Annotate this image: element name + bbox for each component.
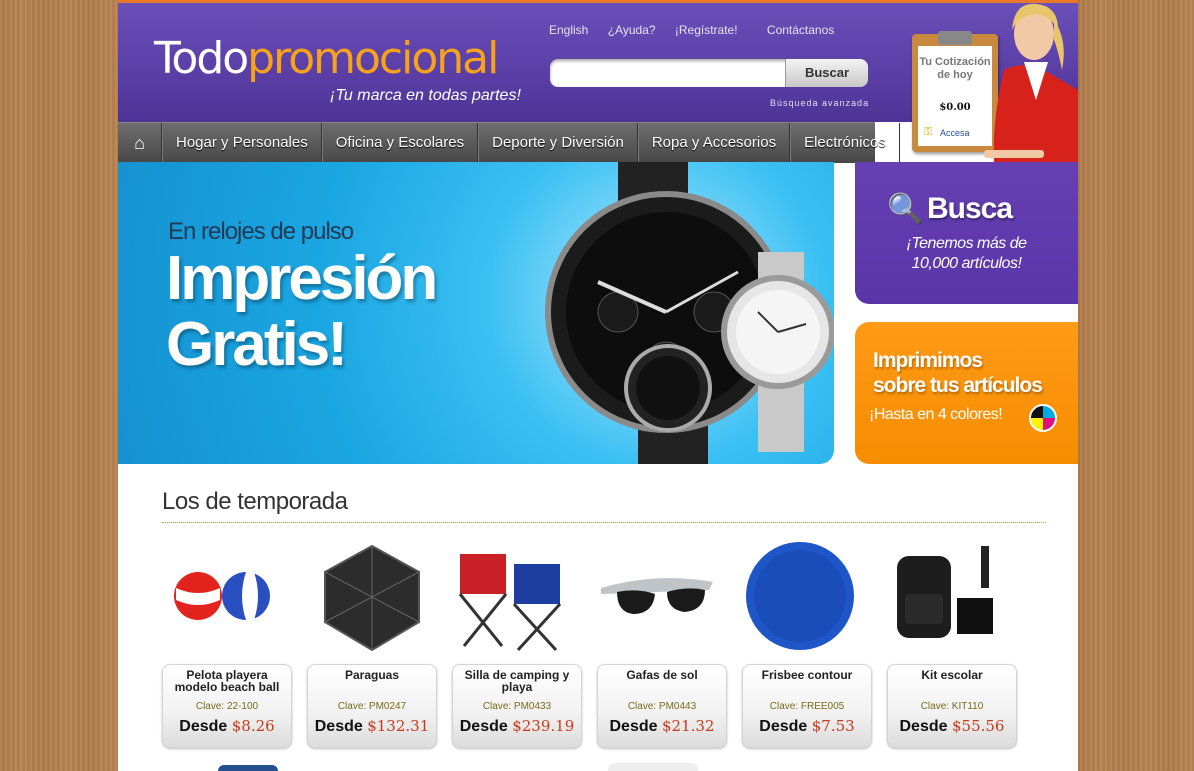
- price-value: $8.26: [231, 717, 275, 735]
- busca-line1: ¡Tenemos más de: [906, 235, 1027, 252]
- hero-line3: Gratis!: [166, 310, 348, 379]
- nav-item-electronicos[interactable]: Electrónicos: [790, 123, 900, 163]
- search-box: Buscar: [550, 59, 868, 87]
- product-card[interactable]: Silla de camping y playa Clave: PM0433 D…: [452, 538, 582, 750]
- product-name[interactable]: Gafas de sol: [602, 669, 722, 681]
- product-code: Clave: PM0433: [482, 701, 552, 712]
- price-prefix: Desde: [759, 718, 808, 735]
- product-info: Paraguas Clave: PM0247 Desde $132.31: [307, 664, 437, 748]
- print-line3: ¡Hasta en 4 colores!: [869, 406, 1003, 423]
- product-card[interactable]: Pelota playera modelo beach ball Clave: …: [162, 538, 292, 750]
- price-value: $239.19: [512, 717, 575, 735]
- price-prefix: Desde: [899, 718, 948, 735]
- print-headline: Imprimimos sobre tus artículos: [873, 348, 1043, 398]
- product-name[interactable]: Kit escolar: [892, 669, 1012, 681]
- search-input[interactable]: [550, 59, 786, 87]
- busca-subtitle: ¡Tenemos más de 10,000 artículos!: [855, 234, 1078, 274]
- product-image-sunglasses: [601, 578, 713, 614]
- site-logo[interactable]: Todopromocional: [154, 37, 499, 81]
- search-promo-banner[interactable]: 🔍 Busca ¡Tenemos más de 10,000 artículos…: [855, 162, 1078, 304]
- print-promo-banner[interactable]: Imprimimos sobre tus artículos ¡Hasta en…: [855, 322, 1078, 464]
- print-line1: Imprimimos: [873, 349, 983, 372]
- product-price: Desde $239.19: [453, 717, 581, 736]
- price-value: $21.32: [661, 717, 715, 735]
- hero-line2: Impresión: [166, 244, 438, 313]
- nav-item-ropa[interactable]: Ropa y Accesorios: [637, 123, 791, 163]
- product-card[interactable]: Kit escolar Clave: KIT110 Desde $55.56: [887, 538, 1017, 750]
- price-prefix: Desde: [314, 718, 363, 735]
- product-price: Desde $7.53: [743, 717, 871, 736]
- link-english[interactable]: English: [549, 23, 588, 37]
- quote-amount: $0.00: [939, 102, 971, 113]
- price-prefix: Desde: [609, 718, 658, 735]
- key-icon: ⚿: [924, 126, 933, 138]
- price-value: $132.31: [367, 717, 430, 735]
- product-card[interactable]: Frisbee contour Clave: FREE005 Desde $7.…: [742, 538, 872, 750]
- logo-part1: Todo: [154, 33, 249, 84]
- product-info: Frisbee contour Clave: FREE005 Desde $7.…: [742, 664, 872, 748]
- price-value: $55.56: [951, 717, 1005, 735]
- magnifier-icon: 🔍: [887, 193, 925, 226]
- clipboard-clip-icon: [938, 31, 972, 45]
- quote-title: Tu Cotización de hoy: [919, 56, 991, 81]
- product-info: Pelota playera modelo beach ball Clave: …: [162, 664, 292, 748]
- product-info: Silla de camping y playa Clave: PM0433 D…: [452, 664, 582, 748]
- price-prefix: Desde: [179, 718, 228, 735]
- price-prefix: Desde: [459, 718, 508, 735]
- product-price: Desde $21.32: [598, 717, 726, 736]
- product-card[interactable]: Gafas de sol Clave: PM0443 Desde $21.32: [597, 538, 727, 750]
- nav-items: Hogar y Personales Oficina y Escolares D…: [162, 123, 900, 163]
- product-card[interactable]: Paraguas Clave: PM0247 Desde $132.31: [307, 538, 437, 750]
- search-button[interactable]: Buscar: [785, 59, 868, 87]
- nav-item-deporte[interactable]: Deporte y Diversión: [478, 123, 638, 163]
- logo-part2: promocional: [247, 33, 499, 84]
- hero-banner-watches[interactable]: En relojes de pulso Impresión Gratis!: [118, 162, 834, 464]
- product-info: Kit escolar Clave: KIT110 Desde $55.56: [887, 664, 1017, 748]
- section-title: Los de temporada: [162, 488, 348, 515]
- product-name[interactable]: Silla de camping y playa: [457, 669, 577, 693]
- link-registrate[interactable]: ¡Regístrate!: [675, 23, 738, 37]
- product-price: Desde $132.31: [308, 717, 436, 736]
- quote-access-link[interactable]: Accesa: [940, 128, 970, 138]
- nav-item-oficina[interactable]: Oficina y Escolares: [321, 123, 479, 163]
- section-divider: [162, 522, 1046, 523]
- hero-line1: En relojes de pulso: [168, 218, 354, 245]
- link-ayuda[interactable]: ¿Ayuda?: [608, 23, 656, 37]
- product-price: Desde $55.56: [888, 717, 1016, 736]
- assistant-photo: [984, 3, 1078, 162]
- busca-line2: 10,000 artículos!: [911, 255, 1022, 272]
- next-row-product-image: [218, 765, 278, 771]
- nav-item-hogar[interactable]: Hogar y Personales: [162, 123, 322, 163]
- product-price: Desde $8.26: [163, 717, 291, 736]
- watches-image: [545, 162, 834, 464]
- top-links: English ¿Ayuda? ¡Regístrate! Contáctanos: [549, 23, 850, 37]
- next-row-product-image: [608, 763, 698, 771]
- print-line2: sobre tus artículos: [873, 374, 1043, 397]
- busca-title: Busca: [927, 192, 1013, 225]
- product-code: Clave: KIT110: [920, 701, 984, 712]
- tagline: ¡Tu marca en todas partes!: [330, 87, 521, 104]
- product-image-umbrella: [324, 544, 420, 652]
- product-code: Clave: PM0247: [337, 701, 407, 712]
- product-name[interactable]: Pelota playera modelo beach ball: [167, 669, 287, 693]
- product-image-camping-chair: [458, 554, 562, 652]
- main-nav: ⌂ Hogar y Personales Oficina y Escolares…: [118, 122, 900, 163]
- link-contactanos[interactable]: Contáctanos: [767, 23, 834, 37]
- home-icon[interactable]: ⌂: [118, 123, 162, 163]
- product-name[interactable]: Paraguas: [312, 669, 432, 681]
- product-code: Clave: PM0443: [627, 701, 697, 712]
- product-code: Clave: 22-100: [195, 701, 259, 712]
- product-image-beach-ball: [174, 572, 270, 620]
- product-image-frisbee: [746, 542, 854, 650]
- product-image-school-kit: [897, 546, 993, 638]
- product-name[interactable]: Frisbee contour: [747, 669, 867, 681]
- product-code: Clave: FREE005: [769, 701, 845, 712]
- cmyk-icon: [1029, 404, 1057, 432]
- product-info: Gafas de sol Clave: PM0443 Desde $21.32: [597, 664, 727, 748]
- price-value: $7.53: [811, 717, 855, 735]
- advanced-search-link[interactable]: Búsqueda avanzada: [770, 98, 869, 108]
- hero-headline: Impresión Gratis!: [166, 244, 438, 379]
- page-container: Todopromocional ¡Tu marca en todas parte…: [118, 0, 1078, 771]
- quote-paper: Tu Cotización de hoy $0.00 ⚿ Accesa: [918, 46, 992, 146]
